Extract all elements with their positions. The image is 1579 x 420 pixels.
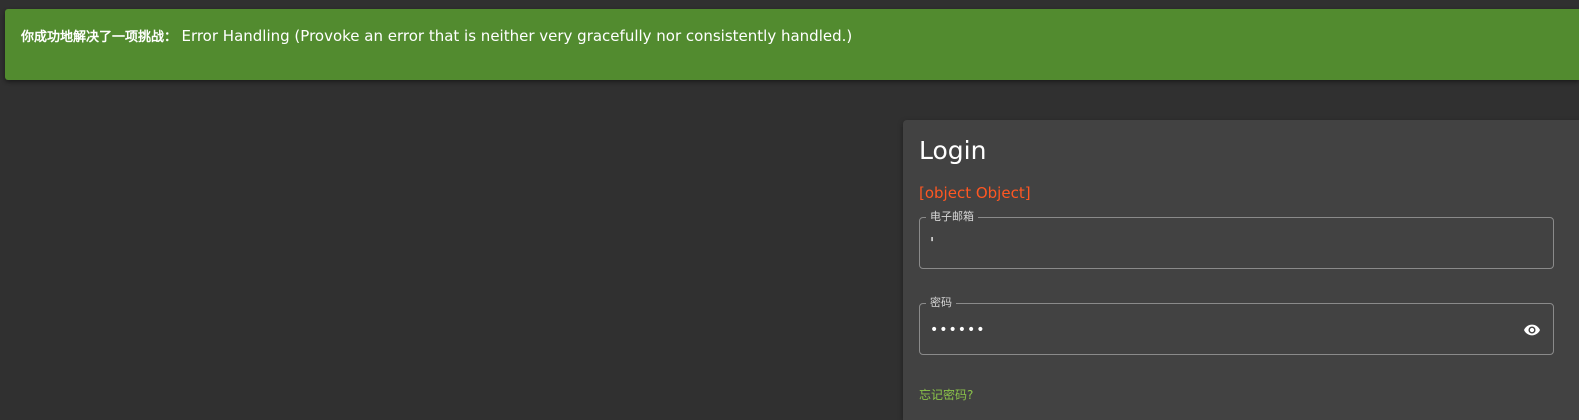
login-card: Login [object Object] 电子邮箱 ' 密码 •••••• 忘… — [903, 120, 1579, 420]
email-field[interactable]: 电子邮箱 ' — [919, 210, 1554, 269]
email-input[interactable]: ' — [930, 234, 934, 252]
password-field-label: 密码 — [926, 296, 956, 310]
banner-prefix: 你成功地解决了一项挑战： — [21, 30, 178, 45]
page-title: Login — [919, 136, 987, 165]
challenge-solved-banner: 你成功地解决了一项挑战： Error Handling (Provoke an … — [5, 9, 1579, 80]
login-error-message: [object Object] — [919, 184, 1031, 202]
eye-icon[interactable] — [1523, 321, 1541, 339]
password-field[interactable]: 密码 •••••• — [919, 296, 1554, 355]
forgot-password-link[interactable]: 忘记密码? — [919, 386, 973, 403]
email-field-label: 电子邮箱 — [926, 210, 978, 224]
password-input[interactable]: •••••• — [930, 322, 986, 338]
banner-message: Error Handling (Provoke an error that is… — [181, 27, 853, 45]
